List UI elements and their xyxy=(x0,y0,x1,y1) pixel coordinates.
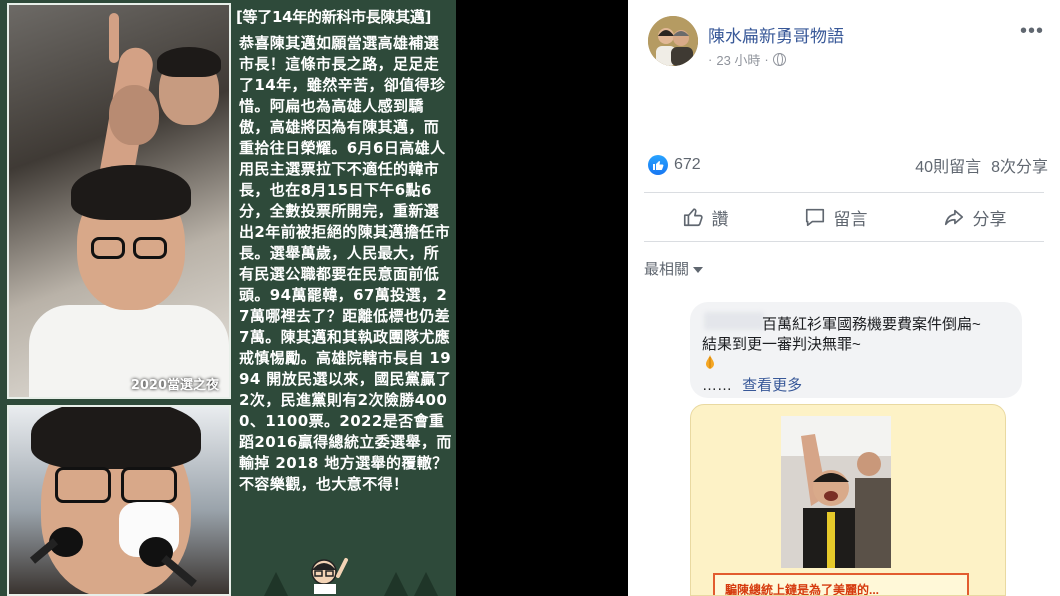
image-body-text: 恭喜陳其邁如願當選高雄補選市長！這條市長之路，足足走了14年，雖然辛苦，卻值得珍… xyxy=(239,34,452,493)
comment-share-counts: 40則留言 8次分享 xyxy=(915,153,1048,177)
comment-line: 結果到更一審判決無罪~ xyxy=(702,336,861,353)
comment-text: 百萬紅衫軍國務機要費案件倒扁~ 結果到更一審判決無罪~ xyxy=(702,315,1012,355)
globe-icon[interactable] xyxy=(772,53,786,66)
photo-caption: 2020當選之夜 xyxy=(130,378,219,393)
glasses-left xyxy=(55,467,111,503)
caret-down-icon xyxy=(693,266,704,273)
text-panel: [等了14年的新科市長陳其邁] 恭喜陳其邁如願當選高雄補選市長！這條市長之路，足… xyxy=(234,3,456,596)
post-meta: · 23 小時 · xyxy=(708,50,786,69)
photo-tearful xyxy=(7,405,231,596)
comment-sort-dropdown[interactable]: 最相關 xyxy=(644,258,704,279)
reactions-bar: 672 40則留言 8次分享 xyxy=(648,150,1048,180)
comment-attached-image[interactable]: 騙陳總統上鏈是為了美麗的... xyxy=(690,404,1006,596)
post-timestamp[interactable]: 23 小時 xyxy=(716,50,760,69)
tree-decoration xyxy=(264,572,288,596)
crowd-hair xyxy=(157,47,221,77)
glasses-right xyxy=(133,237,167,259)
share-label: 分享 xyxy=(972,209,1007,229)
tearful-hair xyxy=(31,407,201,469)
avatar[interactable] xyxy=(648,16,698,66)
comment-bubble: 百萬紅衫軍國務機要費案件倒扁~ 結果到更一審判決無罪~ …… 查看更多 xyxy=(690,302,1022,398)
like-label: 讚 xyxy=(711,209,729,229)
share-icon xyxy=(944,209,963,226)
comment-icon xyxy=(805,208,824,227)
like-icon xyxy=(683,208,703,227)
image-board: 2020當選之夜 [等了14年的新科市長陳其邁] 恭喜陳其邁如願當選高雄補選市長… xyxy=(0,0,456,596)
post-image[interactable]: 2020當選之夜 [等了14年的新科市長陳其邁] 恭喜陳其邁如願當選高雄補選市長… xyxy=(0,0,628,596)
photo-election-night: 2020當選之夜 xyxy=(7,3,231,399)
like-count[interactable]: 672 xyxy=(674,156,701,174)
post-sidebar: 陳水扁新勇哥物語 · 23 小時 · ••• 672 40則留言 8次分享 讚 … xyxy=(628,0,1060,596)
comment-label: 留言 xyxy=(833,209,868,229)
cartoon-figure-icon xyxy=(311,558,348,594)
like-reaction-icon[interactable] xyxy=(648,155,668,175)
like-button[interactable]: 讚 xyxy=(682,205,729,230)
comment-button[interactable]: 留言 xyxy=(804,205,868,230)
tree-decoration xyxy=(414,572,438,596)
attached-photo xyxy=(781,416,891,568)
attached-photo-figure xyxy=(781,416,891,568)
comment-count[interactable]: 40則留言 xyxy=(915,153,981,177)
crowd-head xyxy=(109,85,159,145)
more-icon[interactable]: ••• xyxy=(1020,20,1044,43)
sort-label: 最相關 xyxy=(644,261,690,278)
meta-separator: · xyxy=(708,52,713,67)
divider xyxy=(644,192,1044,193)
avatar-photo-icon xyxy=(648,16,698,66)
comment-line: 百萬紅衫軍國務機要費案件倒扁~ xyxy=(762,316,981,333)
see-more-row: …… 查看更多 xyxy=(702,374,802,395)
image-title: [等了14年的新科市長陳其邁] xyxy=(236,8,432,26)
raised-finger xyxy=(109,13,119,63)
attached-caption: 騙陳總統上鏈是為了美麗的... xyxy=(725,583,880,596)
share-count[interactable]: 8次分享 xyxy=(991,153,1048,177)
ellipsis: …… xyxy=(702,377,732,394)
page-name-link[interactable]: 陳水扁新勇哥物語 xyxy=(708,22,844,47)
attached-caption-box: 騙陳總統上鏈是為了美麗的... xyxy=(713,573,969,596)
glasses-right xyxy=(121,467,177,503)
see-more-link[interactable]: 查看更多 xyxy=(742,377,802,394)
divider xyxy=(644,241,1044,242)
meta-separator: · xyxy=(764,52,769,67)
main-hair xyxy=(71,165,191,220)
pray-icon xyxy=(702,354,718,373)
glasses-left xyxy=(91,237,125,259)
share-button[interactable]: 分享 xyxy=(943,205,1007,230)
action-bar: 讚 留言 分享 xyxy=(644,198,1044,236)
tree-decoration xyxy=(384,572,408,596)
